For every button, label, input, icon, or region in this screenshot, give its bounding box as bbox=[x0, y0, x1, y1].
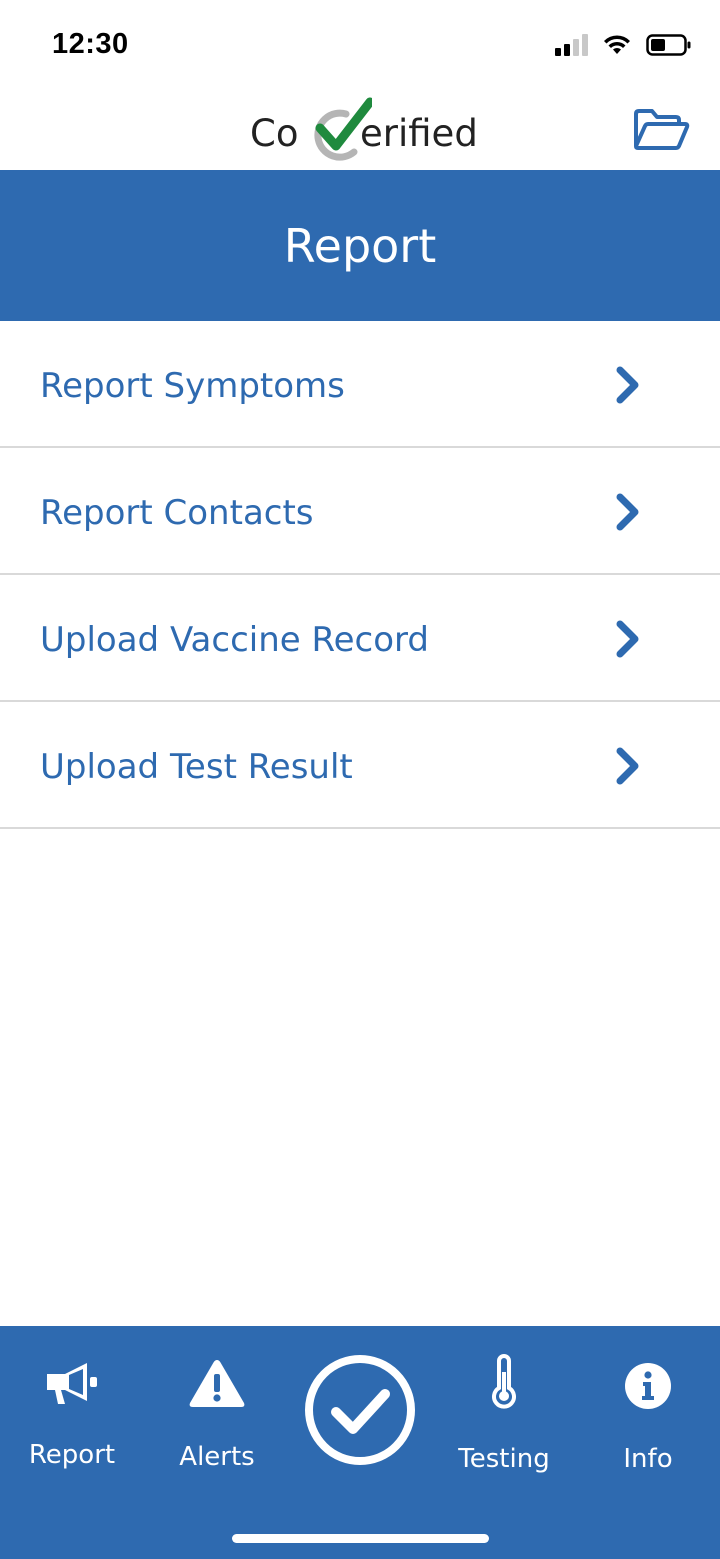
check-circle-icon bbox=[305, 1355, 415, 1465]
info-icon bbox=[625, 1363, 671, 1409]
cellular-signal-icon bbox=[555, 34, 588, 56]
tab-info[interactable]: Info bbox=[583, 1326, 713, 1506]
coverified-logo: Co erified bbox=[250, 94, 480, 164]
menu-item-upload-test-result[interactable]: Upload Test Result bbox=[0, 702, 720, 829]
chevron-right-icon bbox=[616, 366, 639, 404]
logo-text-left: Co bbox=[250, 112, 299, 155]
tab-label: Info bbox=[623, 1444, 673, 1474]
tab-label: Report bbox=[28, 1440, 116, 1470]
title-banner: Report bbox=[0, 170, 720, 321]
logo-text-right: erified bbox=[360, 112, 478, 155]
battery-icon bbox=[646, 34, 691, 56]
menu-item-report-symptoms[interactable]: Report Symptoms bbox=[0, 321, 720, 448]
tab-alerts[interactable]: Alerts bbox=[152, 1326, 282, 1506]
center-check-button[interactable] bbox=[304, 1354, 416, 1466]
menu-item-label: Report Symptoms bbox=[40, 366, 345, 406]
menu-item-label: Upload Vaccine Record bbox=[40, 620, 429, 660]
page-title: Report bbox=[283, 218, 437, 273]
menu-item-report-contacts[interactable]: Report Contacts bbox=[0, 448, 720, 575]
menu-item-label: Report Contacts bbox=[40, 493, 314, 533]
folder-open-icon bbox=[634, 109, 690, 150]
status-time: 12:30 bbox=[52, 28, 129, 60]
app-header: Co erified bbox=[0, 88, 720, 170]
menu-item-upload-vaccine-record[interactable]: Upload Vaccine Record bbox=[0, 575, 720, 702]
thermometer-icon bbox=[492, 1354, 516, 1409]
bottom-tab-bar: Report Alerts Testing Info bbox=[0, 1326, 720, 1559]
tab-label: Testing bbox=[458, 1444, 550, 1474]
chevron-right-icon bbox=[616, 747, 639, 785]
report-menu-list: Report Symptoms Report Contacts Upload V… bbox=[0, 321, 720, 829]
warning-icon bbox=[189, 1360, 245, 1407]
home-indicator bbox=[232, 1534, 489, 1543]
tab-testing[interactable]: Testing bbox=[439, 1326, 569, 1506]
tab-label: Alerts bbox=[179, 1442, 255, 1472]
status-bar: 12:30 bbox=[0, 0, 720, 88]
chevron-right-icon bbox=[616, 620, 639, 658]
status-icons bbox=[555, 30, 692, 60]
chevron-right-icon bbox=[616, 493, 639, 531]
folder-button[interactable] bbox=[632, 108, 690, 152]
megaphone-icon bbox=[47, 1363, 97, 1404]
menu-item-label: Upload Test Result bbox=[40, 747, 353, 787]
wifi-icon bbox=[604, 35, 630, 54]
tab-report[interactable]: Report bbox=[7, 1326, 137, 1506]
